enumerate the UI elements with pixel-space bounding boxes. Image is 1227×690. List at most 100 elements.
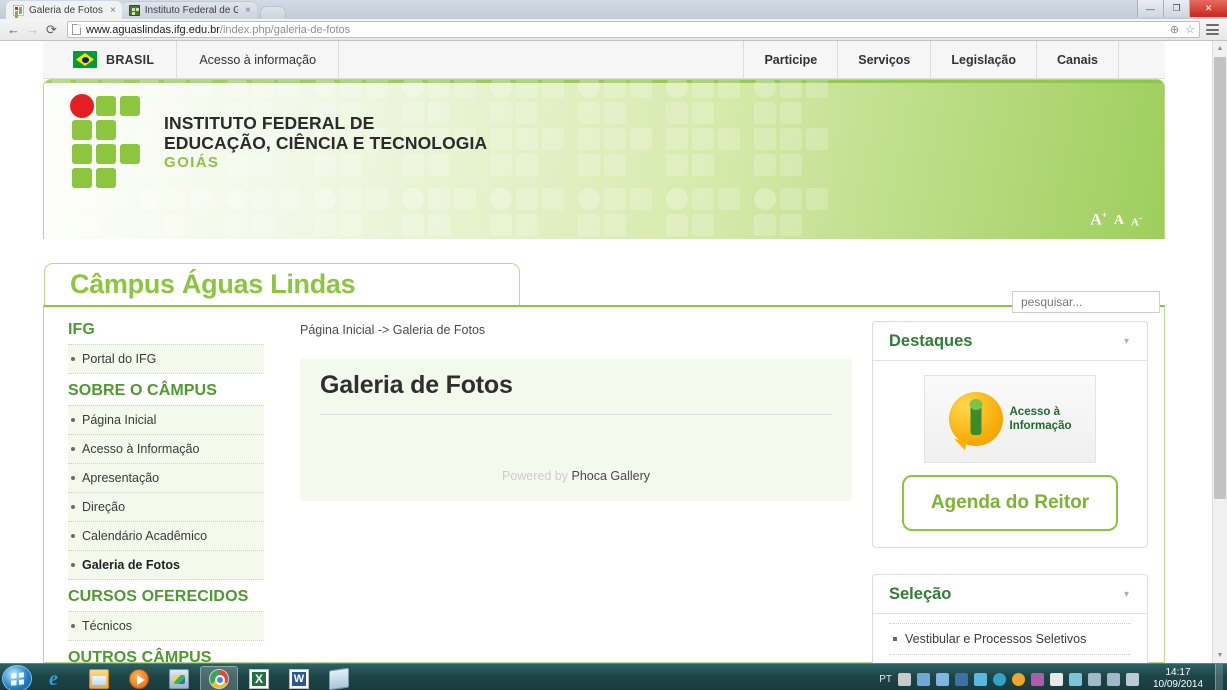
- tray-icon-volume[interactable]: [1126, 672, 1139, 686]
- sidebar-item-p-gina-inicial[interactable]: Página Inicial: [68, 405, 264, 435]
- new-tab-button[interactable]: [259, 6, 286, 19]
- tray-icon-printer[interactable]: [898, 672, 911, 686]
- show-desktop-button[interactable]: [1215, 664, 1223, 690]
- taskbar-app-notes[interactable]: [320, 666, 358, 690]
- sidebar-item-t-cnicos[interactable]: Técnicos: [68, 611, 264, 641]
- gov-bar-spacer: [339, 41, 745, 78]
- gov-link-participe[interactable]: Participe: [744, 41, 839, 78]
- list-item[interactable]: Concursos: [889, 654, 1131, 663]
- gov-link-legislacao[interactable]: Legislação: [931, 41, 1037, 78]
- tray-icon-flag[interactable]: [1088, 672, 1101, 686]
- taskbar-app-microsoft-word[interactable]: [280, 666, 318, 690]
- tray-icon-warning[interactable]: [1012, 672, 1025, 686]
- acesso-informacao-banner[interactable]: Acesso à Informação: [924, 375, 1096, 463]
- module-header[interactable]: Seleção ▾: [873, 575, 1147, 614]
- banner-line-2: Informação: [1009, 420, 1072, 432]
- address-bar[interactable]: www.aguaslindas.ifg.edu.br /index.php/ga…: [67, 21, 1200, 38]
- taskbar-app-file-explorer[interactable]: [80, 666, 118, 690]
- system-tray: PT 14:17 10/09/2014: [879, 664, 1227, 690]
- info-bubble-icon: [948, 392, 1003, 451]
- sidebar-item-dire-o[interactable]: Direção: [68, 492, 264, 522]
- gov-link-canais[interactable]: Canais: [1037, 41, 1119, 78]
- sidebar-item-calend-rio-acad-mico[interactable]: Calendário Acadêmico: [68, 521, 264, 551]
- vertical-scrollbar[interactable]: ▲ ▼: [1212, 41, 1227, 663]
- module-destaques: Destaques ▾ Acesso à Informação Agenda d…: [872, 321, 1148, 548]
- taskbar-app-internet-explorer[interactable]: e: [40, 666, 78, 690]
- search-input[interactable]: pesquisar...: [1012, 291, 1160, 313]
- tab-close-icon[interactable]: ×: [245, 5, 251, 16]
- minimize-button[interactable]: —: [1137, 0, 1163, 17]
- module-title: Destaques: [889, 332, 973, 350]
- chrome-menu-icon[interactable]: [1206, 24, 1219, 35]
- scroll-down-arrow-icon[interactable]: ▼: [1213, 648, 1227, 663]
- tray-icon-network[interactable]: [1107, 672, 1120, 686]
- sidebar-list: Portal do IFG: [68, 344, 264, 374]
- increase-font-button[interactable]: A+: [1090, 210, 1107, 229]
- gov-brasil-bar: BRASIL Acesso à informação Participe Ser…: [43, 41, 1165, 79]
- favicon-icon: [128, 5, 140, 16]
- page-viewport: BRASIL Acesso à informação Participe Ser…: [0, 41, 1227, 663]
- favicon-icon: [13, 4, 24, 16]
- powered-by-credit: Powered by Phoca Gallery: [320, 469, 832, 483]
- scroll-up-arrow-icon[interactable]: ▲: [1213, 41, 1227, 56]
- tray-icon-antivirus[interactable]: [993, 672, 1006, 686]
- agenda-do-reitor-button[interactable]: Agenda do Reitor: [902, 475, 1118, 531]
- gov-link-servicos[interactable]: Serviços: [838, 41, 932, 78]
- scrollbar-thumb[interactable]: [1214, 57, 1226, 499]
- browser-tab-galeria[interactable]: Galeria de Fotos ×: [6, 1, 122, 19]
- gov-link-label: Serviços: [858, 52, 911, 67]
- gallery-panel: Galeria de Fotos Powered by Phoca Galler…: [300, 359, 852, 501]
- back-arrow-icon[interactable]: ←: [4, 20, 23, 39]
- search-placeholder: pesquisar...: [1021, 295, 1083, 309]
- site-logo[interactable]: INSTITUTO FEDERAL DE EDUCAÇÃO, CIÊNCIA E…: [70, 94, 487, 190]
- browser-tab-ifg[interactable]: Instituto Federal de Goiá: ×: [121, 1, 257, 19]
- clock[interactable]: 14:17 10/09/2014: [1149, 667, 1207, 690]
- taskbar-app-paint[interactable]: [160, 666, 198, 690]
- sidebar-item-portal-do-ifg[interactable]: Portal do IFG: [68, 344, 264, 374]
- taskbar-app-windows-media-player[interactable]: [120, 666, 158, 690]
- page-info-icon: [72, 24, 81, 35]
- tray-icon-shield[interactable]: [1069, 672, 1082, 686]
- tray-icon-app[interactable]: [1031, 672, 1044, 686]
- chevron-down-icon[interactable]: ▾: [1124, 589, 1129, 600]
- url-path: /index.php/galeria-de-fotos: [219, 23, 351, 36]
- list-item[interactable]: Vestibular e Processos Seletivos: [889, 623, 1131, 655]
- gov-link-acesso-informacao[interactable]: Acesso à informação: [177, 41, 340, 78]
- ifg-logo-icon: [70, 94, 142, 190]
- font-size-controls: A+ A A-: [1090, 210, 1142, 229]
- bookmark-star-icon[interactable]: ☆: [1185, 23, 1195, 36]
- tray-icon-updates[interactable]: [936, 672, 949, 686]
- module-title: Seleção: [889, 585, 952, 603]
- reload-icon[interactable]: ⟳: [42, 20, 61, 39]
- forward-arrow-icon[interactable]: →: [23, 20, 42, 39]
- breadcrumb: Página Inicial -> Galeria de Fotos: [300, 323, 486, 337]
- tray-icon-onedrive[interactable]: [955, 672, 968, 686]
- normal-font-button[interactable]: A: [1114, 213, 1124, 229]
- window-controls: — ❐ ✕: [1137, 0, 1227, 17]
- taskbar-app-google-chrome[interactable]: [200, 665, 238, 690]
- tray-icon-network-sync[interactable]: [917, 672, 930, 686]
- tray-icon-bluetooth[interactable]: [974, 672, 987, 686]
- tray-icon-media[interactable]: [1050, 672, 1063, 686]
- maximize-button[interactable]: ❐: [1163, 0, 1189, 17]
- sidebar-heading: CURSOS OFERECIDOS: [68, 588, 249, 605]
- tab-close-icon[interactable]: ×: [110, 5, 116, 16]
- chevron-down-icon[interactable]: ▾: [1124, 336, 1129, 347]
- taskbar-app-microsoft-excel[interactable]: [240, 666, 278, 690]
- phoca-gallery-link[interactable]: Phoca Gallery: [571, 469, 650, 483]
- brasil-brand[interactable]: BRASIL: [43, 41, 178, 78]
- sidebar-item-acesso-informa-o[interactable]: Acesso à Informação: [68, 434, 264, 464]
- module-header[interactable]: Destaques ▾: [873, 322, 1147, 361]
- zoom-icon[interactable]: ⊕: [1170, 23, 1179, 36]
- decrease-font-button[interactable]: A-: [1131, 213, 1142, 229]
- institute-name: INSTITUTO FEDERAL DE EDUCAÇÃO, CIÊNCIA E…: [164, 113, 487, 172]
- close-window-button[interactable]: ✕: [1189, 0, 1227, 17]
- taskbar-app-buttons: e: [40, 665, 358, 690]
- start-button[interactable]: [2, 665, 32, 690]
- sidebar-item-apresenta-o[interactable]: Apresentação: [68, 463, 264, 493]
- language-indicator[interactable]: PT: [879, 674, 892, 685]
- sidebar-item-galeria-de-fotos[interactable]: Galeria de Fotos: [68, 550, 264, 580]
- site-header-banner: INSTITUTO FEDERAL DE EDUCAÇÃO, CIÊNCIA E…: [43, 79, 1165, 239]
- page-title: Galeria de Fotos: [320, 371, 832, 415]
- institute-line-1: INSTITUTO FEDERAL DE: [164, 112, 375, 133]
